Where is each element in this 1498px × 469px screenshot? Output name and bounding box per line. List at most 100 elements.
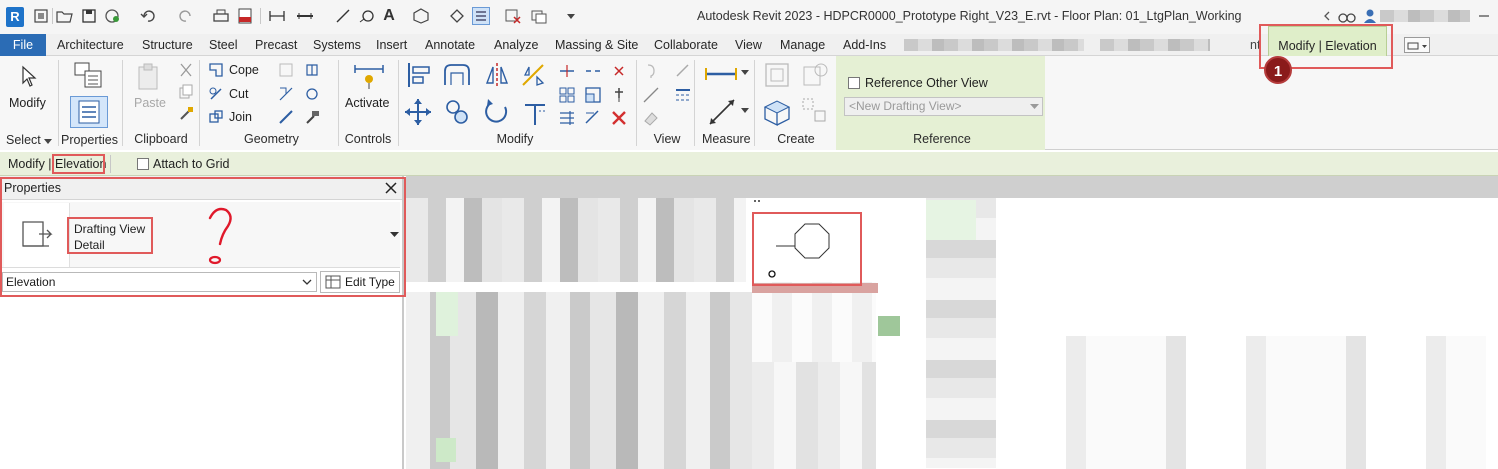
home-icon[interactable] [32,7,50,25]
split-face-icon[interactable] [304,62,320,78]
tab-truncated[interactable]: nt [1250,34,1260,56]
close-hidden-icon[interactable] [504,7,522,25]
ribbon-minimize-toggle[interactable] [1404,37,1430,53]
chevron-down-icon[interactable] [44,138,52,146]
elevation-marker[interactable] [762,216,852,280]
copy-element-icon[interactable] [442,96,472,128]
trim-multiple-icon[interactable] [558,109,576,127]
activate-button[interactable]: Activate [345,96,389,110]
edit-type-button[interactable]: Edit Type [320,271,400,293]
qat-dropdown-icon[interactable] [562,7,580,25]
tab-steel[interactable]: Steel [209,34,238,56]
tab-systems[interactable]: Systems [313,34,361,56]
join-button[interactable]: Join [229,110,252,124]
tab-modify-elevation[interactable]: Modify | Elevation [1268,26,1387,56]
create-group-icon[interactable] [760,96,794,128]
tab-manage[interactable]: Manage [780,34,825,56]
reference-view-dropdown[interactable]: <New Drafting View> [844,97,1043,116]
align-icon[interactable] [404,60,434,90]
tab-precast[interactable]: Precast [255,34,297,56]
unpin-icon[interactable] [610,62,628,80]
paste-button[interactable]: Paste [134,96,166,110]
revit-logo[interactable]: R [6,7,24,27]
split-gap-icon[interactable] [584,62,602,80]
aligned-dimension-icon[interactable] [268,7,286,25]
offset-icon[interactable] [440,60,474,90]
measure-icon[interactable] [296,7,314,25]
array-icon[interactable] [558,86,576,104]
close-icon[interactable] [384,181,398,195]
thin-lines-icon[interactable] [472,7,490,25]
hide-in-view-icon[interactable] [642,62,660,80]
instance-filter-dropdown[interactable]: Elevation [2,272,317,292]
sync-icon[interactable] [104,7,122,25]
angular-dimension-icon[interactable] [334,7,352,25]
3d-view-icon[interactable] [412,7,430,25]
paste-icon[interactable] [134,62,162,92]
match-properties-icon[interactable] [178,106,194,122]
tab-annotate[interactable]: Annotate [425,34,475,56]
create-assembly-icon[interactable] [762,60,792,90]
tab-view[interactable]: View [735,34,762,56]
minimize-icon[interactable] [1476,8,1492,24]
modify-button[interactable]: Modify [9,96,46,110]
delete-icon[interactable] [610,109,628,127]
text-icon[interactable]: A [380,7,398,25]
aligned-dim-icon[interactable] [706,96,738,128]
type-selector[interactable]: Drafting View Detail [2,202,400,268]
demolish-icon[interactable] [278,86,294,102]
cursor-arrow-icon[interactable] [18,64,40,90]
section-icon[interactable] [448,7,466,25]
join-icon[interactable] [208,109,224,125]
tab-file[interactable]: File [0,34,46,56]
move-icon[interactable] [400,96,436,128]
scale-icon[interactable] [584,86,602,104]
pin-icon[interactable] [610,86,628,104]
linework-icon[interactable] [642,86,660,104]
cope-button[interactable]: Cope [229,63,259,77]
copy-icon[interactable] [178,84,194,100]
rotate-icon[interactable] [482,96,512,128]
chevron-left-icon[interactable] [1322,8,1338,24]
print-icon[interactable] [212,7,230,25]
mirror-draw-axis-icon[interactable] [518,60,548,90]
type-properties-icon[interactable] [72,60,104,90]
tab-architecture[interactable]: Architecture [57,34,124,56]
tab-analyze[interactable]: Analyze [494,34,538,56]
cut-icon[interactable] [178,62,194,78]
attach-to-grid-label[interactable]: Attach to Grid [153,157,229,171]
beam-column-joins-icon[interactable] [278,109,294,125]
panel-select-label[interactable]: Select [6,133,41,147]
reference-other-view-checkbox[interactable] [848,77,860,89]
tab-massing-site[interactable]: Massing & Site [555,34,638,56]
switch-windows-icon[interactable] [530,7,548,25]
cope-icon[interactable] [208,62,224,78]
mirror-pick-axis-icon[interactable] [482,60,512,90]
measure-between-icon[interactable] [704,64,738,84]
by-element-icon[interactable] [674,86,692,104]
wall-joins-icon[interactable] [278,62,294,78]
open-icon[interactable] [56,7,74,25]
drawing-canvas[interactable] [406,176,1498,469]
export-pdf-icon[interactable] [236,7,254,25]
tag-icon[interactable] [358,7,376,25]
tab-add-ins[interactable]: Add-Ins [843,34,886,56]
save-icon[interactable] [80,7,98,25]
properties-icon[interactable] [70,96,108,128]
redo-icon[interactable] [176,7,194,25]
activate-icon[interactable] [352,60,386,92]
reference-other-view-label[interactable]: Reference Other View [865,76,988,90]
trim-extend-icon[interactable] [520,96,550,128]
paint-icon[interactable] [304,86,320,102]
split-element-icon[interactable] [558,62,576,80]
hammer-icon[interactable] [304,109,320,125]
eraser-icon[interactable] [642,109,660,127]
create-parts-icon[interactable] [800,60,830,90]
create-similar-icon[interactable] [800,96,830,128]
cut-geometry-button[interactable]: Cut [229,87,248,101]
tab-insert[interactable]: Insert [376,34,407,56]
tab-collaborate[interactable]: Collaborate [654,34,718,56]
override-graphics-icon[interactable] [674,62,692,80]
chevron-down-icon[interactable] [740,68,750,78]
user-icon[interactable] [1362,8,1378,24]
